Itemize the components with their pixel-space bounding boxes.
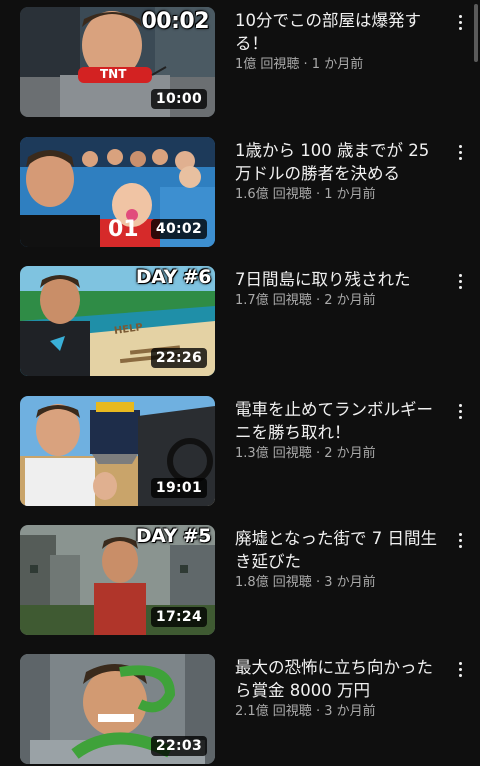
video-stats: 1億 回視聴 · 1 か月前 — [235, 57, 364, 72]
video-title[interactable]: 電車を止めてランボルギーニを勝ち取れ！ — [235, 398, 447, 444]
video-title[interactable]: 10分でこの部屋は爆発する！ — [235, 9, 447, 55]
duration-badge: 22:26 — [150, 348, 207, 368]
thumbnail-overlay-text: DAY #6 — [135, 266, 212, 288]
video-stats: 1.6億 回視聴 · 1 か月前 — [235, 187, 376, 202]
more-vert-icon[interactable] — [450, 145, 470, 169]
video-meta: 電車を止めてランボルギーニを勝ち取れ！ 1.3億 回視聴 · 2 か月前 — [235, 398, 447, 462]
video-stats: 1.3億 回視聴 · 2 か月前 — [235, 446, 376, 461]
duration-badge: 17:24 — [150, 607, 207, 627]
video-thumbnail[interactable]: 01 40:02 — [20, 137, 215, 247]
video-feed: 00:02 TNT 10:00 10分でこの部屋は爆発する！ 1億 回視聴 · … — [0, 0, 480, 764]
video-item[interactable]: 01 40:02 1歳から 100 歳までが 25 万ドルの勝者を決める 1.6… — [0, 137, 480, 249]
video-item[interactable]: 19:01 電車を止めてランボルギーニを勝ち取れ！ 1.3億 回視聴 · 2 か… — [0, 396, 480, 508]
video-thumbnail[interactable]: 22:03 — [20, 654, 215, 764]
video-thumbnail[interactable]: DAY #5 17:24 — [20, 525, 215, 635]
video-stats: 1.7億 回視聴 · 2 か月前 — [235, 293, 376, 308]
more-vert-icon[interactable] — [450, 533, 470, 557]
video-thumbnail[interactable]: 19:01 — [20, 396, 215, 506]
video-meta: 10分でこの部屋は爆発する！ 1億 回視聴 · 1 か月前 — [235, 9, 447, 73]
video-thumbnail[interactable]: 00:02 TNT 10:00 — [20, 7, 215, 117]
video-meta: 7日間島に取り残された 1.7億 回視聴 · 2 か月前 — [235, 268, 447, 309]
video-thumbnail[interactable]: DAY #6 HELP 22:26 — [20, 266, 215, 376]
more-vert-icon[interactable] — [450, 274, 470, 298]
video-item[interactable]: 00:02 TNT 10:00 10分でこの部屋は爆発する！ 1億 回視聴 · … — [0, 7, 480, 119]
more-vert-icon[interactable] — [450, 404, 470, 428]
thumbnail-label: 01 — [108, 217, 139, 242]
video-meta: 1歳から 100 歳までが 25 万ドルの勝者を決める 1.6億 回視聴 · 1… — [235, 139, 447, 203]
video-title[interactable]: 最大の恐怖に立ち向かったら賞金 8000 万円 — [235, 656, 447, 702]
duration-badge: 22:03 — [150, 736, 207, 756]
video-stats: 1.8億 回視聴 · 3 か月前 — [235, 575, 376, 590]
video-item[interactable]: DAY #6 HELP 22:26 7日間島に取り残された 1.7億 回視聴 ·… — [0, 266, 480, 378]
thumbnail-label: TNT — [100, 67, 127, 81]
video-meta: 廃墟となった街で 7 日間生き延びた 1.8億 回視聴 · 3 か月前 — [235, 527, 447, 591]
duration-badge: 19:01 — [150, 478, 207, 498]
thumbnail-overlay-text: DAY #5 — [135, 525, 212, 547]
video-title[interactable]: 1歳から 100 歳までが 25 万ドルの勝者を決める — [235, 139, 447, 185]
duration-badge: 40:02 — [150, 219, 207, 239]
video-item[interactable]: 22:03 最大の恐怖に立ち向かったら賞金 8000 万円 2.1億 回視聴 ·… — [0, 654, 480, 766]
duration-badge: 10:00 — [150, 89, 207, 109]
video-title[interactable]: 廃墟となった街で 7 日間生き延びた — [235, 527, 447, 573]
video-stats: 2.1億 回視聴 · 3 か月前 — [235, 704, 376, 719]
more-vert-icon[interactable] — [450, 15, 470, 39]
video-title[interactable]: 7日間島に取り残された — [235, 268, 447, 291]
thumbnail-overlay-text: 00:02 — [141, 9, 209, 34]
video-meta: 最大の恐怖に立ち向かったら賞金 8000 万円 2.1億 回視聴 · 3 か月前 — [235, 656, 447, 720]
scrollbar[interactable] — [474, 4, 478, 62]
video-item[interactable]: DAY #5 17:24 廃墟となった街で 7 日間生き延びた 1.8億 回視聴… — [0, 525, 480, 637]
more-vert-icon[interactable] — [450, 662, 470, 686]
